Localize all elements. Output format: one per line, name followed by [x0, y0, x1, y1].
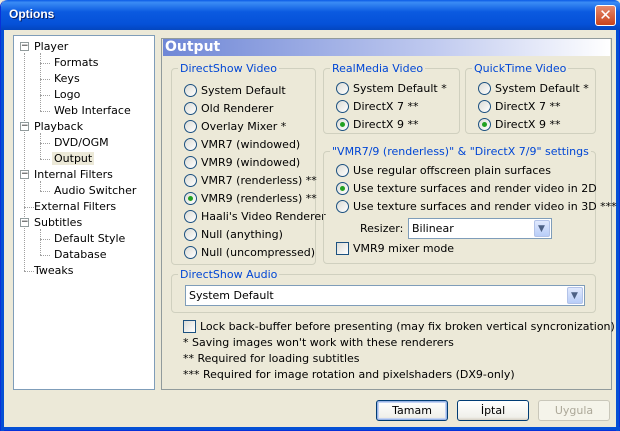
tree-item-tweaks[interactable]: Tweaks — [34, 264, 74, 278]
tree-item-dvd-ogm[interactable]: DVD/OGM — [54, 136, 109, 150]
tree-line — [40, 111, 50, 112]
tree-line — [40, 229, 41, 255]
tree-line — [40, 95, 50, 96]
tree-item-formats[interactable]: Formats — [54, 56, 99, 70]
tree-item-database[interactable]: Database — [54, 248, 107, 262]
collapse-icon[interactable]: − — [20, 170, 29, 179]
tree-item-internal-filters[interactable]: Internal Filters — [34, 168, 113, 182]
tree-line — [40, 133, 41, 159]
radio-selected-dot — [340, 122, 345, 127]
radio-circle — [184, 210, 197, 223]
quicktime-video-title: QuickTime Video — [472, 62, 569, 75]
vmr-settings-group: "VMR7/9 (renderless)" & "DirectX 7/9" se… — [323, 145, 617, 264]
dropdown-button[interactable]: ▼ — [534, 220, 550, 237]
directshow-audio-group: DirectShow Audio System Default ▼ — [171, 268, 596, 313]
chevron-down-icon: ▼ — [538, 224, 545, 234]
directshow-audio-title: DirectShow Audio — [178, 268, 280, 281]
radio-circle — [184, 102, 197, 115]
radio-circle — [184, 228, 197, 241]
radio-circle — [336, 200, 349, 213]
resizer-select[interactable]: Bilinear ▼ — [408, 218, 552, 239]
radio-selected-dot — [340, 186, 345, 191]
tree-item-default-style[interactable]: Default Style — [54, 232, 125, 246]
tree-line — [40, 79, 50, 80]
tree-line — [40, 255, 50, 256]
tree-item-keys[interactable]: Keys — [54, 72, 80, 86]
audio-renderer-select[interactable]: System Default ▼ — [185, 285, 585, 306]
tree-line — [24, 53, 25, 271]
tree-line — [40, 181, 41, 191]
radio-circle — [336, 164, 349, 177]
page-title: Output — [165, 39, 221, 55]
tree-line — [40, 143, 50, 144]
tree-line — [24, 207, 34, 208]
cancel-button[interactable]: İptal — [457, 400, 529, 421]
close-icon: ✕ — [599, 6, 612, 24]
window-title: Options — [9, 7, 55, 21]
note-2: ** Required for loading subtitles — [183, 352, 360, 365]
directshow-video-title: DirectShow Video — [178, 62, 279, 75]
tree-item-output[interactable]: Output — [52, 152, 95, 166]
realmedia-video-group: RealMedia Video System Default * DirectX… — [323, 62, 460, 134]
apply-button[interactable]: Uygula — [538, 400, 610, 421]
quicktime-video-group: QuickTime Video System Default * DirectX… — [465, 62, 596, 134]
audio-renderer-value: System Default — [189, 289, 274, 302]
radio-circle — [184, 138, 197, 151]
note-3: *** Required for image rotation and pixe… — [183, 368, 515, 381]
radio-circle — [336, 182, 349, 195]
tree-item-subtitles[interactable]: Subtitles — [34, 216, 82, 230]
chevron-down-icon: ▼ — [571, 291, 578, 301]
close-button[interactable]: ✕ — [595, 5, 616, 26]
window-frame-bottom — [1, 427, 620, 430]
tree-line — [40, 63, 50, 64]
collapse-icon[interactable]: − — [20, 122, 29, 131]
radio-circle — [336, 100, 349, 113]
window-frame-right — [616, 30, 619, 431]
collapse-icon[interactable]: − — [20, 218, 29, 227]
radio-selected-dot — [482, 122, 487, 127]
tree-line — [40, 159, 50, 160]
radio-circle — [184, 120, 197, 133]
tree-line — [40, 239, 50, 240]
ok-button[interactable]: Tamam — [376, 400, 448, 421]
collapse-icon[interactable]: − — [20, 42, 29, 51]
resizer-value: Bilinear — [412, 222, 454, 235]
tree-line — [24, 271, 34, 272]
radio-circle — [184, 246, 197, 259]
directshow-video-group: DirectShow Video System Default Old Rend… — [171, 62, 326, 265]
tree-item-external-filters[interactable]: External Filters — [34, 200, 116, 214]
tree-item-playback[interactable]: Playback — [34, 120, 83, 134]
window-frame-left — [1, 30, 4, 431]
radio-circle — [336, 82, 349, 95]
options-window: Options ✕ − − − − Player Formats Keys Lo — [0, 0, 620, 431]
radio-circle — [184, 84, 197, 97]
resizer-label: Resizer: — [360, 222, 404, 235]
tree-item-logo[interactable]: Logo — [54, 88, 80, 102]
note-1: * Saving images won't work with these re… — [183, 336, 454, 349]
dropdown-button[interactable]: ▼ — [567, 287, 583, 304]
realmedia-video-title: RealMedia Video — [330, 62, 426, 75]
tree-item-web-interface[interactable]: Web Interface — [54, 104, 131, 118]
radio-selected-dot — [188, 196, 193, 201]
checkbox-box — [336, 242, 349, 255]
radio-circle — [478, 100, 491, 113]
radio-circle — [184, 174, 197, 187]
radio-circle — [478, 118, 491, 131]
options-tree[interactable]: − − − − Player Formats Keys Logo Web Int… — [13, 35, 155, 390]
vmr-settings-title: "VMR7/9 (renderless)" & "DirectX 7/9" se… — [330, 145, 591, 158]
radio-circle — [478, 82, 491, 95]
checkbox-box — [183, 320, 196, 333]
radio-circle — [336, 118, 349, 131]
title-bar[interactable]: Options ✕ — [1, 0, 620, 30]
radio-circle — [184, 192, 197, 205]
tree-line — [40, 191, 50, 192]
page-title-bar: Output — [163, 39, 610, 56]
radio-circle — [184, 156, 197, 169]
tree-item-audio-switcher[interactable]: Audio Switcher — [54, 184, 136, 198]
tree-item-player[interactable]: Player — [34, 40, 68, 54]
tree-line — [40, 53, 41, 111]
